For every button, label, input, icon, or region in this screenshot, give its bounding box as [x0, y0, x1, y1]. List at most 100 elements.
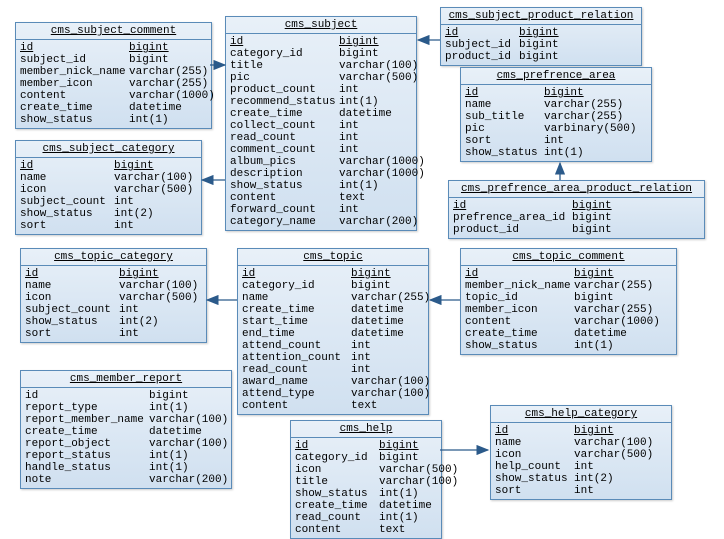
col-name: report_status — [25, 450, 149, 462]
col-type: int(1) — [574, 340, 663, 352]
table-column: show_statusint(2) — [25, 316, 202, 328]
table-column: idbigint — [25, 268, 202, 280]
col-type: int — [351, 352, 430, 364]
col-type: int(1) — [149, 450, 233, 462]
col-name: product_id — [453, 224, 572, 236]
col-type: bigint — [572, 224, 616, 236]
col-type: bigint — [519, 27, 563, 39]
table-column: idbigint — [25, 390, 227, 402]
col-type: int — [544, 135, 638, 147]
col-type: int(1) — [339, 96, 418, 108]
table-column: attend_countint — [242, 340, 424, 352]
table-column: handle_statusint(1) — [25, 462, 227, 474]
table-column: sortint — [465, 135, 647, 147]
table-column: namevarchar(100) — [20, 172, 197, 184]
table-subject: cms_subjectidbigintcategory_idbiginttitl… — [225, 16, 417, 231]
table-column: idbigint — [465, 87, 647, 99]
table-column: read_countint — [230, 132, 412, 144]
table-title: cms_subject_product_relation — [441, 8, 641, 25]
table-column: show_statusint(1) — [465, 340, 672, 352]
table-column: idbigint — [242, 268, 424, 280]
col-type: varchar(255) — [574, 280, 663, 292]
col-type: int(2) — [119, 316, 203, 328]
col-name: report_type — [25, 402, 149, 414]
table-title: cms_prefrence_area — [461, 68, 651, 85]
table-column: topic_idbigint — [465, 292, 672, 304]
table-column: show_statusint(2) — [495, 473, 667, 485]
col-type: varchar(100) — [149, 438, 233, 450]
table-column: comment_countint — [230, 144, 412, 156]
table-column: create_timedatetime — [465, 328, 672, 340]
table-title: cms_topic — [238, 249, 428, 266]
table-column: show_statusint(1) — [230, 180, 412, 192]
col-name: create_time — [230, 108, 339, 120]
table-column: descriptionvarchar(1000) — [230, 168, 412, 180]
col-type: varchar(255) — [129, 66, 208, 78]
col-name: sort — [25, 328, 119, 340]
col-name: show_status — [495, 473, 574, 485]
table-column: help_countint — [495, 461, 667, 473]
col-name: create_time — [242, 304, 351, 316]
table-column: category_idbigint — [230, 48, 412, 60]
table-subject-comment: cms_subject_commentidbigintsubject_idbig… — [15, 22, 212, 129]
table-column: forward_countint — [230, 204, 412, 216]
col-type: varchar(100) — [379, 476, 443, 488]
col-type: bigint — [379, 440, 443, 452]
col-type: varchar(255) — [129, 78, 208, 90]
table-column: create_timedatetime — [20, 102, 207, 114]
col-name: icon — [20, 184, 114, 196]
col-name: icon — [25, 292, 119, 304]
table-column: collect_countint — [230, 120, 412, 132]
col-type: varchar(100) — [351, 388, 430, 400]
col-type: datetime — [129, 102, 208, 114]
col-type: int — [339, 132, 418, 144]
col-name: help_count — [495, 461, 574, 473]
col-name: id — [25, 268, 119, 280]
col-type: varchar(255) — [544, 99, 638, 111]
col-name: sub_title — [465, 111, 544, 123]
col-name: category_id — [242, 280, 351, 292]
col-type: int — [114, 196, 198, 208]
col-name: id — [495, 425, 574, 437]
col-name: award_name — [242, 376, 351, 388]
col-type: int — [114, 220, 198, 232]
col-type: int — [574, 461, 658, 473]
col-name: id — [20, 160, 114, 172]
table-column: contenttext — [242, 400, 424, 412]
col-name: subject_count — [25, 304, 119, 316]
col-name: member_icon — [465, 304, 574, 316]
col-type: int(1) — [379, 488, 443, 500]
col-name: product_id — [445, 51, 519, 63]
col-type: bigint — [574, 268, 663, 280]
col-type: varchar(500) — [339, 72, 418, 84]
col-name: show_status — [465, 147, 544, 159]
col-name: subject_count — [20, 196, 114, 208]
table-column: report_statusint(1) — [25, 450, 227, 462]
table-topic-category: cms_topic_categoryidbigintnamevarchar(10… — [20, 248, 207, 343]
table-topic: cms_topic idbigintcategory_idbigintnameva… — [237, 248, 429, 415]
table-column: product_countint — [230, 84, 412, 96]
col-type: varchar(1000) — [339, 168, 418, 180]
table-column: member_nick_namevarchar(255) — [465, 280, 672, 292]
col-name: prefrence_area_id — [453, 212, 572, 224]
col-name: sort — [465, 135, 544, 147]
col-type: varchar(100) — [339, 60, 418, 72]
table-column: sortint — [495, 485, 667, 497]
table-column: namevarchar(255) — [242, 292, 424, 304]
table-column: create_timedatetime — [230, 108, 412, 120]
table-column: idbigint — [445, 27, 637, 39]
table-column: idbigint — [20, 160, 197, 172]
table-title: cms_help — [291, 421, 441, 438]
col-name: name — [465, 99, 544, 111]
col-name: attend_count — [242, 340, 351, 352]
table-column: sortint — [25, 328, 202, 340]
col-name: pic — [230, 72, 339, 84]
col-name: show_status — [230, 180, 339, 192]
col-name: show_status — [20, 208, 114, 220]
col-type: int — [339, 144, 418, 156]
table-column: show_statusint(1) — [20, 114, 207, 126]
col-type: varchar(100) — [149, 414, 233, 426]
col-type: int — [339, 84, 418, 96]
col-type: bigint — [351, 280, 430, 292]
table-title: cms_subject — [226, 17, 416, 34]
